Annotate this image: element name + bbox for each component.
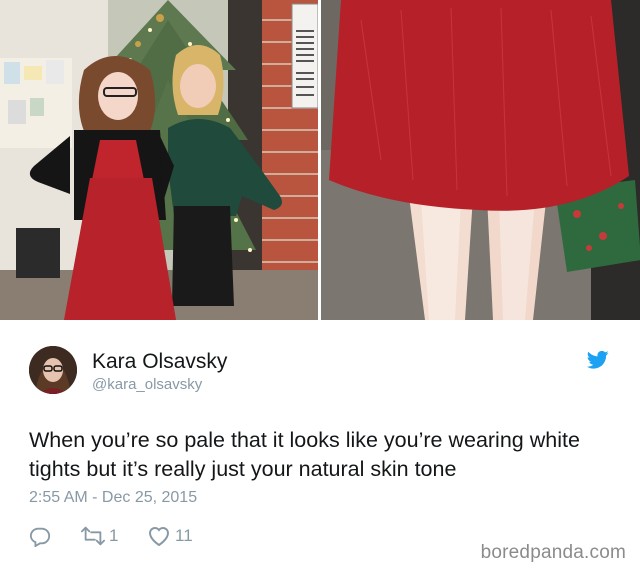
- like-button[interactable]: 11: [147, 524, 193, 548]
- like-icon: [148, 527, 170, 547]
- tweet-card: Kara Olsavsky @kara_olsavsky When you’re…: [0, 0, 640, 575]
- author-name[interactable]: Kara Olsavsky: [92, 350, 227, 374]
- author-handle[interactable]: @kara_olsavsky: [92, 376, 202, 393]
- tweet-timestamp[interactable]: 2:55 AM - Dec 25, 2015: [29, 489, 197, 507]
- author-avatar[interactable]: [29, 346, 77, 394]
- media-photo-left[interactable]: [0, 0, 318, 320]
- red-dress-closeup-photo: [321, 0, 640, 320]
- avatar-image: [29, 346, 77, 394]
- media-photo-right[interactable]: [321, 0, 640, 320]
- two-women-photo: [0, 0, 318, 320]
- retweet-button[interactable]: 1: [81, 524, 118, 548]
- tweet-text: When you’re so pale that it looks like y…: [29, 428, 580, 481]
- reply-icon: [29, 527, 51, 547]
- retweet-icon: [81, 526, 105, 546]
- like-count: 11: [175, 526, 193, 545]
- retweet-count: 1: [109, 526, 119, 545]
- site-watermark: boredpanda.com: [480, 542, 626, 563]
- twitter-bird-icon[interactable]: [586, 350, 609, 370]
- tweet-media[interactable]: [0, 0, 640, 320]
- reply-button[interactable]: [29, 524, 51, 548]
